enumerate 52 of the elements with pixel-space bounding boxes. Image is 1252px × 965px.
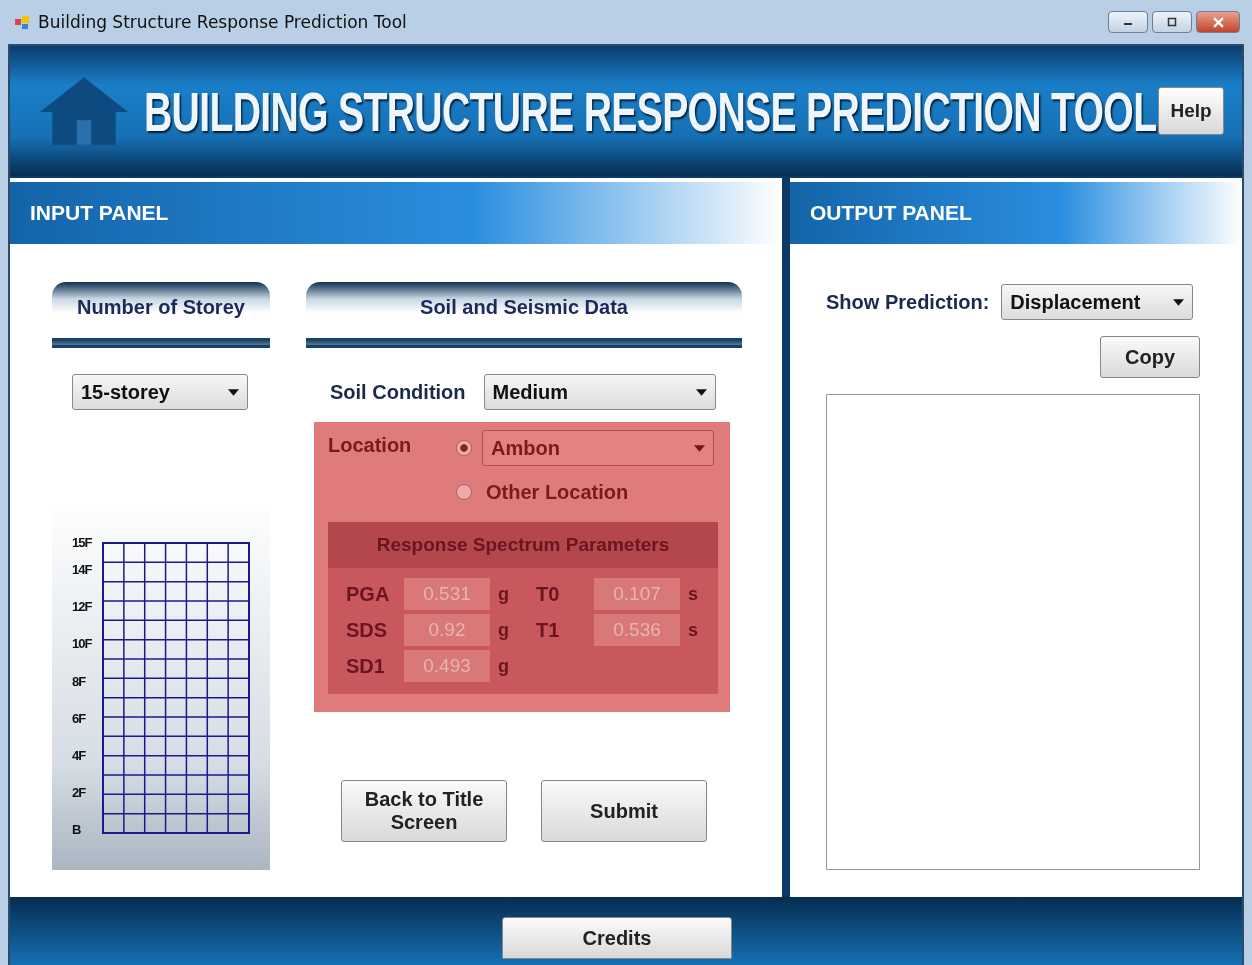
floor-label: B <box>72 823 82 836</box>
panel-title: OUTPUT PANEL <box>810 201 972 225</box>
panel-title: INPUT PANEL <box>30 201 169 225</box>
close-icon <box>1212 16 1224 28</box>
radio-button[interactable] <box>456 484 472 500</box>
field-label: Location <box>328 433 413 457</box>
parameter-label: PGA <box>346 582 391 606</box>
parameter-label: T0 <box>536 582 561 606</box>
floor-label: 10F <box>72 637 93 651</box>
floor-label: 8F <box>72 674 87 688</box>
window-title: Building Structure Response Prediction Tool <box>38 12 407 32</box>
close-button[interactable] <box>1196 11 1240 33</box>
caret-icon <box>228 388 239 396</box>
section-header: Number of Storey <box>52 282 270 348</box>
unit-label: s <box>688 619 698 641</box>
maximize-button[interactable] <box>1152 11 1192 33</box>
floor-label: 2F <box>72 785 87 799</box>
prediction-dropdown[interactable]: Displacement <box>1001 284 1194 320</box>
radio-label[interactable]: Other Location <box>486 480 629 504</box>
floor-label: 14F <box>72 563 93 577</box>
parameter-label: SDS <box>346 618 389 642</box>
copy-button[interactable]: Copy <box>1100 336 1200 378</box>
help-button[interactable]: Help <box>1158 87 1224 135</box>
floor-label: 15F <box>72 536 93 549</box>
field-label: Show Prediction: <box>826 290 990 314</box>
submit-button[interactable]: Submit <box>541 780 707 842</box>
floor-label: 6F <box>72 711 87 725</box>
caret-icon <box>1173 298 1185 306</box>
house-icon <box>38 75 130 147</box>
unit-label: g <box>498 619 509 641</box>
unit-label: g <box>498 583 509 605</box>
section-header: Soil and Seismic Data <box>306 282 742 348</box>
parameter-label: T1 <box>536 618 561 642</box>
unit-label: s <box>688 583 698 605</box>
floor-label: 12F <box>72 600 93 614</box>
parameter-label: SD1 <box>346 654 386 678</box>
app-title: BUILDING STRUCTURE RESPONSE PREDICTION TOOL <box>144 78 1157 144</box>
floor-label: 4F <box>72 748 87 762</box>
storey-dropdown[interactable]: 15-storey <box>72 374 248 410</box>
field-label: Soil Condition <box>330 380 466 404</box>
location-dropdown[interactable]: Ambon <box>482 430 714 466</box>
maximize-icon <box>1167 17 1177 27</box>
minimize-button[interactable] <box>1108 11 1148 33</box>
unit-label: g <box>498 655 509 677</box>
caret-icon <box>694 444 705 452</box>
spectrum-header: Response Spectrum Parameters <box>328 522 718 568</box>
app-icon <box>14 14 30 30</box>
back-button[interactable]: Back to Title Screen <box>341 780 507 842</box>
radio-button[interactable] <box>456 440 472 456</box>
soil-condition-dropdown[interactable]: Medium <box>483 374 716 410</box>
credits-button[interactable]: Credits <box>502 917 732 959</box>
caret-icon <box>695 388 707 396</box>
